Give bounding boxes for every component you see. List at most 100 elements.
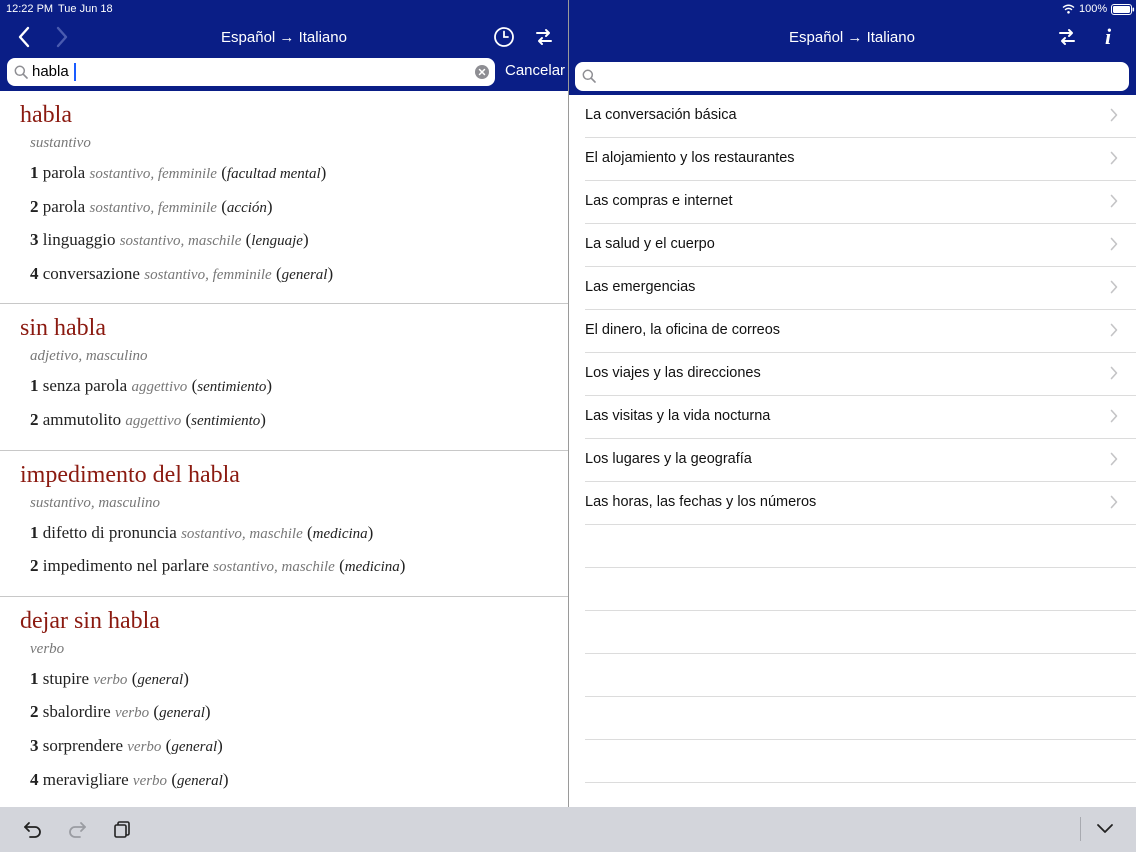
translation-word[interactable]: linguaggio <box>43 230 116 249</box>
context-close-paren: ) <box>183 668 189 688</box>
context-close-paren: ) <box>302 230 309 250</box>
phrasebook-category-row[interactable]: Los viajes y las direcciones <box>585 353 1136 396</box>
translation-sense[interactable]: 1 stupire verbo (general) <box>30 663 568 697</box>
translation-word[interactable]: stupire <box>43 669 89 688</box>
grammar-label: sostantivo, maschile <box>181 525 303 542</box>
info-icon[interactable]: i <box>1096 24 1120 49</box>
results-list[interactable]: habla sustantivo 1 parola sostantivo, femm… <box>0 91 568 807</box>
phrasebook-category-row[interactable]: Las compras e internet <box>585 181 1136 224</box>
phrasebook-category-row[interactable]: El alojamiento y los restaurantes <box>585 138 1136 181</box>
headword[interactable]: impedimento del habla <box>20 461 568 489</box>
category-label: La conversación básica <box>585 107 737 123</box>
context-close-paren: ) <box>399 556 406 576</box>
translation-word[interactable]: sorprendere <box>43 736 123 755</box>
context-close-paren: ) <box>266 196 273 216</box>
translation-word[interactable]: senza parola <box>43 376 127 395</box>
phrasebook-category-row[interactable]: Las horas, las fechas y los números <box>585 482 1136 525</box>
chevron-right-icon <box>1110 495 1118 509</box>
translation-word[interactable]: parola <box>43 163 85 182</box>
phrasebook-category-row[interactable]: Los lugares y la geografía <box>585 439 1136 482</box>
context-label: general <box>171 738 218 755</box>
grammar-label: sostantivo, maschile <box>119 233 242 250</box>
chevron-right-icon <box>1110 323 1118 337</box>
grammar-label: sostantivo, femminile <box>144 266 272 283</box>
sense-number: 1 <box>30 522 39 542</box>
translation-word[interactable]: meravigliare <box>43 770 129 789</box>
phrasebook-category-row[interactable]: Las emergencias <box>585 267 1136 310</box>
phrasebook-category-row[interactable]: El dinero, la oficina de correos <box>585 310 1136 353</box>
battery-icon <box>1111 3 1135 15</box>
context-close-paren: ) <box>327 263 334 283</box>
translation-sense[interactable]: 3 linguaggio sostantivo, maschile (lengu… <box>30 224 568 258</box>
category-label: El dinero, la oficina de correos <box>585 322 781 338</box>
cancel-button[interactable]: Cancelar <box>505 62 565 79</box>
translation-word[interactable]: parola <box>43 197 85 216</box>
sense-number: 1 <box>30 668 39 688</box>
redo-icon[interactable] <box>66 819 88 839</box>
translation-sense[interactable]: 2 parola sostantivo, femminile (acción) <box>30 191 568 225</box>
chevron-right-icon <box>1110 194 1118 208</box>
swap-icon[interactable] <box>532 25 556 49</box>
headword[interactable]: habla <box>20 101 568 129</box>
chevron-right-icon <box>1110 366 1118 380</box>
undo-icon[interactable] <box>22 819 44 839</box>
sense-number: 4 <box>30 263 39 283</box>
context-close-paren: ) <box>266 376 273 396</box>
clock-icon[interactable] <box>492 25 516 49</box>
translation-word[interactable]: sbalordire <box>43 702 111 721</box>
chevron-right-icon <box>1110 151 1118 165</box>
translation-word[interactable]: impedimento nel parlare <box>43 556 209 575</box>
clear-icon[interactable] <box>475 65 489 79</box>
sense-number: 2 <box>30 409 39 429</box>
phrasebook-category-row[interactable]: La salud y el cuerpo <box>585 224 1136 267</box>
left-header-title: Español → Italiano <box>221 29 347 46</box>
translation-sense[interactable]: 4 meravigliare verbo (general) <box>30 764 568 798</box>
sense-number: 1 <box>30 163 39 182</box>
grammar-label: verbo <box>132 772 168 789</box>
chevron-down-icon[interactable] <box>1096 823 1114 835</box>
translation-sense[interactable]: 4 conversazione sostantivo, femminile (g… <box>30 258 568 292</box>
chevron-right-icon <box>1110 108 1118 122</box>
translation-sense[interactable]: 2 ammutolito aggettivo (sentimiento) <box>30 404 568 438</box>
translation-sense[interactable]: 3 sorprendere verbo (general) <box>30 730 568 764</box>
empty-row <box>585 697 1136 740</box>
translation-sense[interactable]: 1 parola sostantivo, femminile (facultad… <box>30 157 568 191</box>
dictionary-entry[interactable]: sin habla adjetivo, masculino 1 senza paro… <box>0 304 568 451</box>
phrasebook-category-row[interactable]: La conversación básica <box>585 95 1136 138</box>
translation-sense[interactable]: 2 impedimento nel parlare sostantivo, ma… <box>30 550 568 584</box>
dictionary-entry[interactable]: impedimento del habla sustantivo, masculi… <box>0 451 568 597</box>
translation-sense[interactable]: 1 senza parola aggettivo (sentimiento) <box>30 370 568 404</box>
sense-number: 2 <box>30 556 39 576</box>
translation-sense[interactable]: 1 difetto di pronuncia sostantivo, masch… <box>30 517 568 551</box>
translation-word[interactable]: ammutolito <box>43 410 121 429</box>
status-date: Tue Jun 18 <box>58 3 113 15</box>
grammar-label: aggettivo <box>131 379 188 396</box>
keyboard-toolbar <box>0 807 1136 852</box>
phrasebook-search-input[interactable] <box>575 62 1129 91</box>
translation-word[interactable]: conversazione <box>43 264 140 283</box>
headword[interactable]: sin habla <box>20 314 568 342</box>
phrasebook-list: La conversación básica El alojamiento y l… <box>569 95 1136 783</box>
grammar-label: sostantivo, femminile <box>89 199 217 216</box>
dictionary-entry[interactable]: habla sustantivo 1 parola sostantivo, femm… <box>0 91 568 305</box>
context-close-paren: ) <box>367 522 374 542</box>
context-label: general <box>137 671 184 688</box>
search-input[interactable]: habla <box>7 58 495 86</box>
phrasebook-category-row[interactable]: Las visitas y la vida nocturna <box>585 396 1136 439</box>
copy-icon[interactable] <box>112 819 132 839</box>
sense-number: 4 <box>30 769 39 789</box>
chevron-right-icon[interactable] <box>50 25 74 49</box>
translation-word[interactable]: difetto di pronuncia <box>43 523 177 542</box>
chevron-left-icon[interactable] <box>12 25 36 49</box>
status-right: 100% <box>1062 2 1135 16</box>
context-close-paren: ) <box>222 769 229 789</box>
grammar-label: aggettivo <box>125 412 182 429</box>
search-icon <box>14 65 28 79</box>
headword[interactable]: dejar sin habla <box>20 607 568 635</box>
translation-sense[interactable]: 2 sbalordire verbo (general) <box>30 696 568 730</box>
category-label: La salud y el cuerpo <box>585 236 715 252</box>
text-cursor <box>74 63 76 81</box>
swap-icon[interactable] <box>1055 25 1079 49</box>
dictionary-entry[interactable]: dejar sin habla verbo 1 stupire verbo (gen… <box>0 597 568 807</box>
wifi-icon <box>1062 4 1075 14</box>
